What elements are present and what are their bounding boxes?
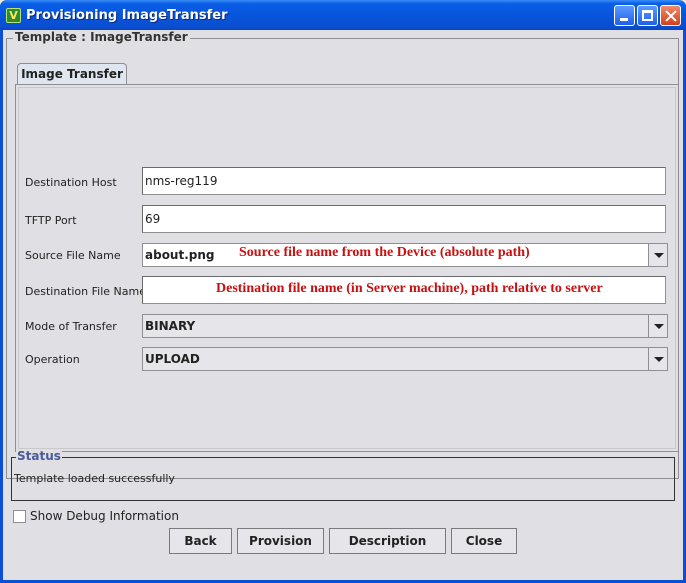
window-title: Provisioning ImageTransfer (26, 8, 228, 23)
close-icon[interactable] (660, 5, 681, 26)
debug-checkbox-label[interactable]: Show Debug Information (30, 509, 179, 523)
app-icon: V (6, 8, 21, 23)
status-legend: Status (16, 449, 62, 463)
mode-of-transfer-combo[interactable]: BINARY (142, 314, 668, 338)
minimize-icon[interactable] (614, 5, 635, 26)
destination-file-name-label: Destination File Name (25, 285, 146, 298)
back-button[interactable]: Back (169, 528, 232, 554)
destination-host-field[interactable]: nms-reg119 (142, 167, 666, 195)
chevron-down-icon[interactable] (648, 348, 667, 370)
debug-checkbox[interactable] (13, 510, 26, 523)
operation-label: Operation (25, 353, 80, 366)
destination-file-annotation: Destination file name (in Server machine… (216, 281, 603, 296)
destination-host-label: Destination Host (25, 176, 117, 189)
source-file-name-label: Source File Name (25, 249, 121, 262)
tftp-port-label: TFTP Port (25, 214, 77, 227)
mode-of-transfer-label: Mode of Transfer (25, 320, 117, 333)
tab-image-transfer[interactable]: Image Transfer (17, 63, 127, 85)
operation-combo[interactable]: UPLOAD (142, 347, 668, 371)
mode-of-transfer-value: BINARY (145, 319, 196, 333)
tab-panel-inner: Destination Host nms-reg119 TFTP Port 69… (18, 87, 676, 449)
title-bar[interactable]: V Provisioning ImageTransfer (0, 0, 686, 30)
application-window: V Provisioning ImageTransfer Template : … (0, 0, 686, 583)
tftp-port-field[interactable]: 69 (142, 205, 666, 233)
status-group: Status Template loaded successfully (11, 449, 675, 501)
chevron-down-icon[interactable] (648, 244, 667, 266)
close-button[interactable]: Close (451, 528, 517, 554)
description-button[interactable]: Description (329, 528, 446, 554)
source-file-annotation: Source file name from the Device (absolu… (239, 245, 530, 260)
template-group: Template : ImageTransfer Image Transfer … (6, 30, 679, 479)
chevron-down-icon[interactable] (648, 315, 667, 337)
window-client-area: Template : ImageTransfer Image Transfer … (3, 30, 683, 580)
template-legend: Template : ImageTransfer (13, 30, 190, 44)
tab-panel: Destination Host nms-reg119 TFTP Port 69… (15, 84, 679, 452)
provision-button[interactable]: Provision (237, 528, 324, 554)
maximize-icon[interactable] (637, 5, 658, 26)
source-file-name-value: about.png (145, 248, 215, 262)
status-text: Template loaded successfully (14, 472, 175, 485)
operation-value: UPLOAD (145, 352, 200, 366)
